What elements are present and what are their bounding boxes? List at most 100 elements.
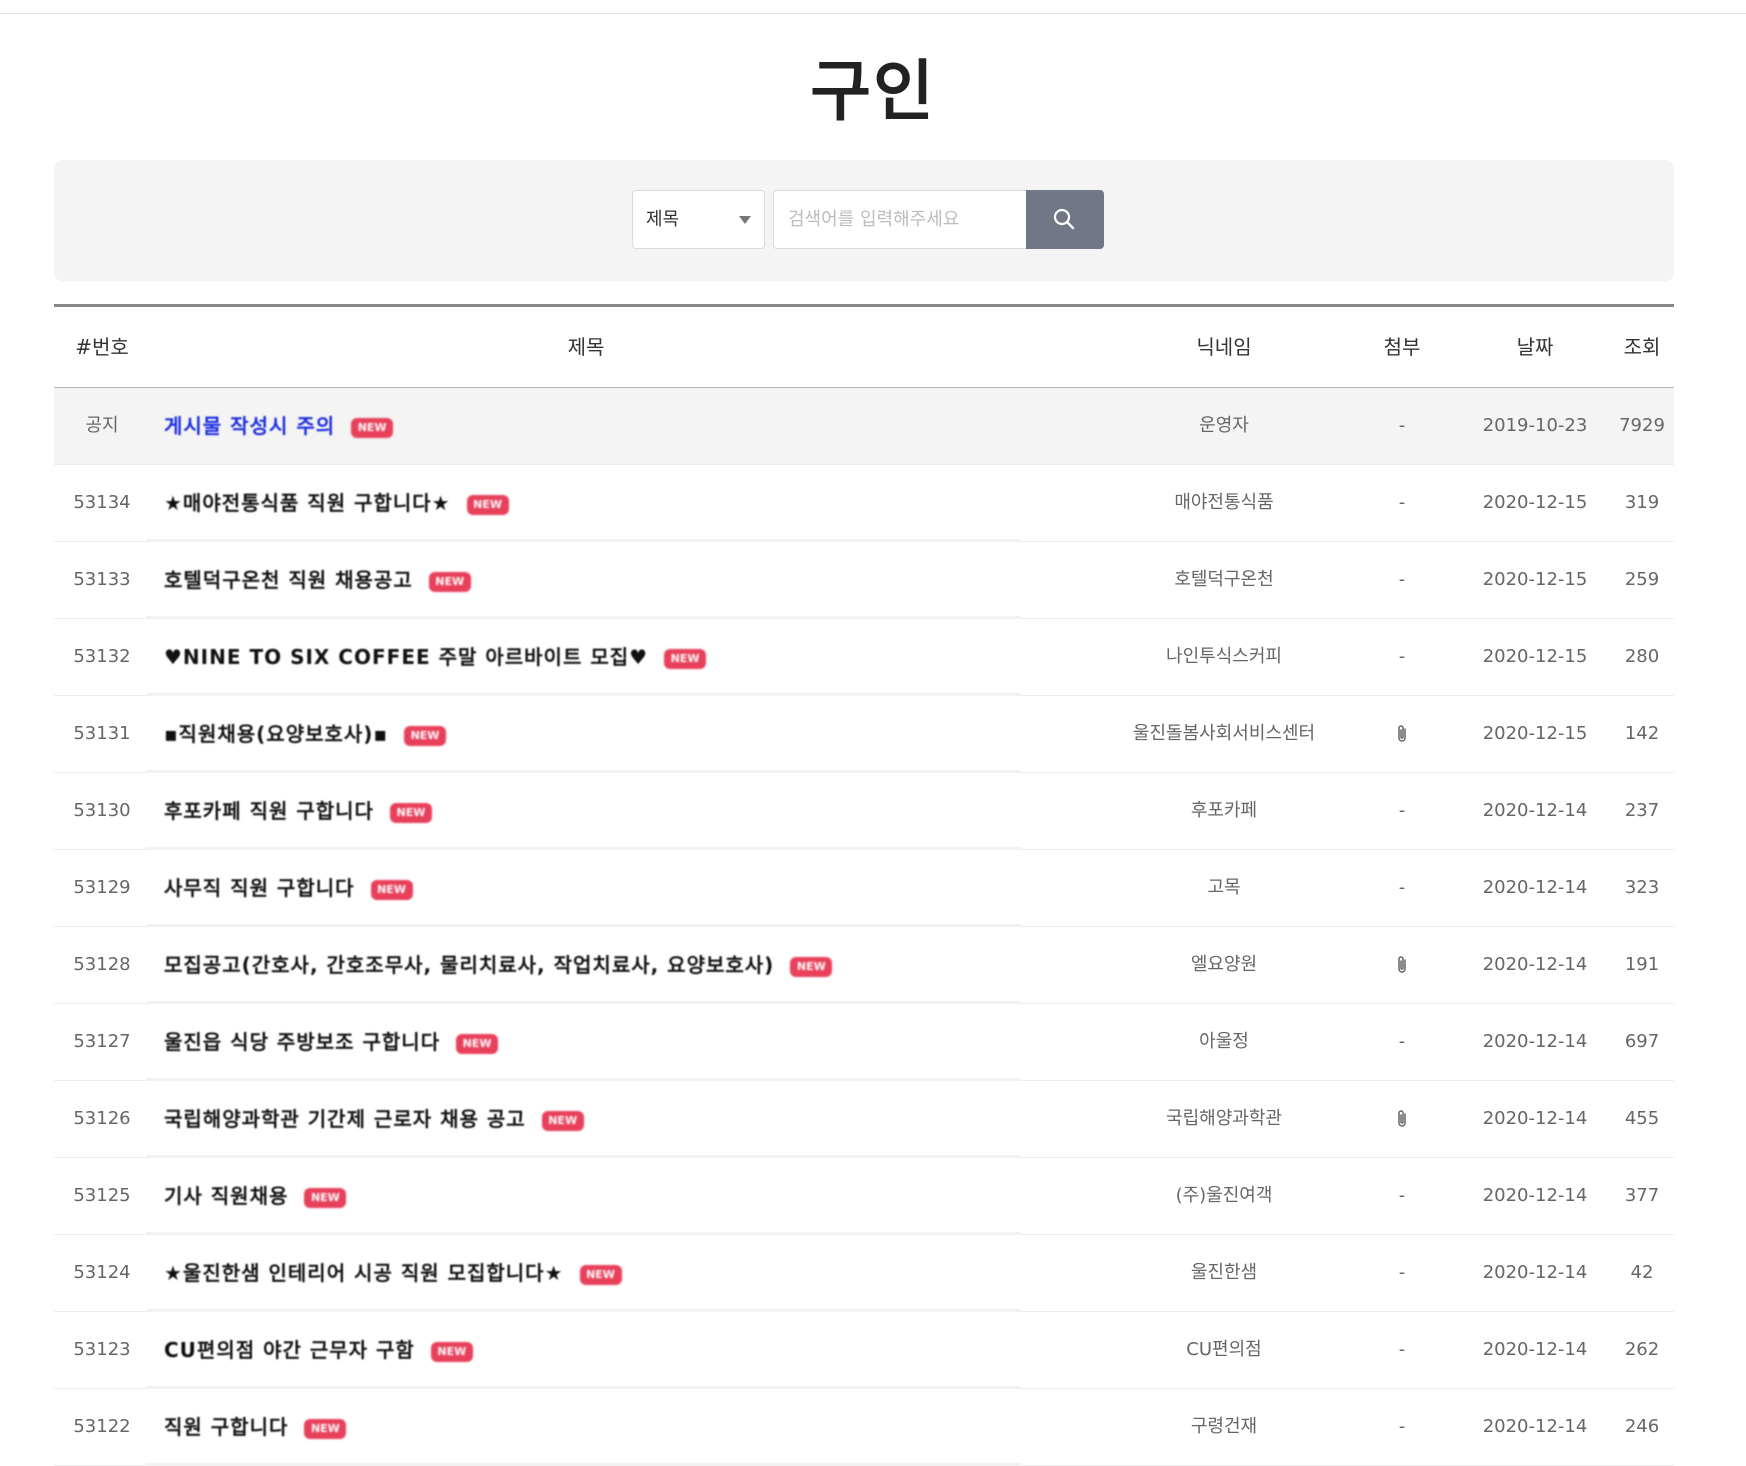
paperclip-icon bbox=[1398, 1110, 1406, 1127]
post-nickname: CU편의점 bbox=[1186, 1339, 1262, 1360]
post-title-text: CU편의점 야간 근무자 구함 bbox=[164, 1338, 415, 1362]
post-date: 2020-12-14 bbox=[1482, 800, 1588, 821]
post-title-text: 사무직 직원 구합니다 bbox=[164, 876, 355, 900]
search-field-select[interactable]: 제목 bbox=[632, 190, 765, 249]
post-views: 7929 bbox=[1619, 415, 1665, 436]
col-number: #번호 bbox=[75, 335, 129, 359]
table-row[interactable]: 53131 ▪직원채용(요양보호사)▪ NEW 울진돌봄사회서비스센터 2020-12-… bbox=[54, 696, 1674, 773]
col-attach: 첨부 bbox=[1383, 335, 1421, 359]
new-badge: NEW bbox=[456, 1033, 499, 1054]
post-attachment: - bbox=[1398, 646, 1406, 667]
post-attachment: - bbox=[1398, 569, 1406, 590]
new-badge: NEW bbox=[404, 725, 446, 746]
post-title-text: 게시물 작성시 주의 bbox=[164, 414, 336, 438]
post-date: 2020-12-15 bbox=[1482, 646, 1588, 667]
post-attachment[interactable] bbox=[1344, 696, 1460, 772]
post-title-link[interactable]: ♥NINE TO SIX COFFEE 주말 아르바이트 모집♥ NEW bbox=[164, 640, 707, 674]
post-views: 142 bbox=[1624, 723, 1660, 744]
post-title-text: 국립해양과학관 기간제 근로자 채용 공고 bbox=[164, 1107, 526, 1131]
post-title-link[interactable]: ★울진한샘 인테리어 시공 직원 모집합니다★ NEW bbox=[164, 1256, 622, 1290]
post-views: 377 bbox=[1624, 1185, 1660, 1206]
table-row[interactable]: 53127 울진읍 식당 주방보조 구합니다 NEW 아울정 - 2020-12-14 69… bbox=[54, 1004, 1674, 1081]
post-nickname: 울진한샘 bbox=[1190, 1262, 1258, 1283]
post-title-text: 기사 직원채용 bbox=[164, 1184, 289, 1208]
post-attachment[interactable] bbox=[1344, 1081, 1460, 1157]
post-attachment: - bbox=[1398, 1416, 1406, 1437]
post-title-link[interactable]: 사무직 직원 구합니다 NEW bbox=[164, 871, 413, 905]
notice-row[interactable]: 공지 게시물 작성시 주의 NEW 운영자 - 2019-10-23 7929 bbox=[54, 388, 1674, 465]
table-row[interactable]: 53134 ★매야전통식품 직원 구합니다★ NEW 매야전통식품 - 2020-12-1… bbox=[54, 465, 1674, 542]
post-attachment: - bbox=[1398, 877, 1406, 898]
col-title: 제목 bbox=[567, 335, 605, 359]
new-badge: NEW bbox=[351, 417, 394, 438]
table-row[interactable]: 53128 모집공고(간호사, 간호조무사, 물리치료사, 작업치료사, 요양보호… bbox=[54, 927, 1674, 1004]
post-title-link[interactable]: 국립해양과학관 기간제 근로자 채용 공고 NEW bbox=[164, 1102, 584, 1136]
paperclip-icon bbox=[1398, 725, 1406, 742]
post-number: 53129 bbox=[73, 877, 131, 898]
top-divider bbox=[0, 13, 1746, 14]
table-row[interactable]: 53125 기사 직원채용 NEW (주)울진여객 - 2020-12-14 377 bbox=[54, 1158, 1674, 1235]
search-icon bbox=[1053, 208, 1075, 230]
post-date: 2020-12-14 bbox=[1482, 1108, 1588, 1129]
post-nickname: 나인투식스커피 bbox=[1166, 646, 1282, 667]
new-badge: NEW bbox=[428, 571, 471, 592]
post-number: 53126 bbox=[73, 1108, 131, 1129]
post-attachment: - bbox=[1398, 415, 1406, 436]
post-title-text: ★울진한샘 인테리어 시공 직원 모집합니다★ bbox=[164, 1261, 564, 1285]
table-row[interactable]: 53129 사무직 직원 구합니다 NEW 고목 - 2020-12-14 323 bbox=[54, 850, 1674, 927]
post-views: 319 bbox=[1624, 492, 1660, 513]
post-title-link[interactable]: 후포카페 직원 구합니다 NEW bbox=[164, 794, 432, 828]
post-title-link[interactable]: 호텔덕구온천 직원 채용공고 NEW bbox=[164, 563, 471, 597]
post-attachment[interactable] bbox=[1344, 927, 1460, 1003]
post-title-link[interactable]: CU편의점 야간 근무자 구함 NEW bbox=[164, 1333, 473, 1367]
table-row[interactable]: 53124 ★울진한샘 인테리어 시공 직원 모집합니다★ NEW 울진한샘 - 2020… bbox=[54, 1235, 1674, 1312]
post-number: 공지 bbox=[85, 415, 119, 436]
post-title-text: 직원 구합니다 bbox=[164, 1415, 289, 1439]
post-attachment: - bbox=[1398, 1031, 1406, 1052]
post-number: 53133 bbox=[73, 569, 131, 590]
table-row[interactable]: 53133 호텔덕구온천 직원 채용공고 NEW 호텔덕구온천 - 2020-12-15 2… bbox=[54, 542, 1674, 619]
post-title-link[interactable]: ▪직원채용(요양보호사)▪ NEW bbox=[164, 717, 446, 751]
post-number: 53127 bbox=[73, 1031, 131, 1052]
post-number: 53122 bbox=[73, 1416, 131, 1437]
post-nickname: 울진돌봄사회서비스센터 bbox=[1132, 723, 1316, 744]
post-number: 53125 bbox=[73, 1185, 131, 1206]
post-views: 323 bbox=[1624, 877, 1660, 898]
post-date: 2020-12-15 bbox=[1482, 569, 1588, 590]
post-title-link[interactable]: 게시물 작성시 주의 NEW bbox=[164, 409, 394, 443]
post-nickname: 구령건재 bbox=[1190, 1416, 1258, 1437]
post-nickname: 아울정 bbox=[1199, 1031, 1249, 1052]
post-attachment: - bbox=[1398, 1185, 1406, 1206]
search-input[interactable] bbox=[773, 190, 1026, 249]
post-title-text: ★매야전통식품 직원 구합니다★ bbox=[164, 491, 451, 515]
table-row[interactable]: 53123 CU편의점 야간 근무자 구함 NEW CU편의점 - 2020-12-14 2… bbox=[54, 1312, 1674, 1389]
post-title-link[interactable]: 모집공고(간호사, 간호조무사, 물리치료사, 작업치료사, 요양보호사) NEW bbox=[164, 948, 833, 982]
table-row[interactable]: 53126 국립해양과학관 기간제 근로자 채용 공고 NEW 국립해양과학관 2020… bbox=[54, 1081, 1674, 1158]
post-number: 53124 bbox=[73, 1262, 131, 1283]
post-title-link[interactable]: 직원 구합니다 NEW bbox=[164, 1410, 347, 1444]
job-board-table: #번호 제목 닉네임 첨부 날짜 조회 공지 게시물 작성시 주의 NEW 운영자 - 2… bbox=[54, 304, 1674, 1466]
post-date: 2020-12-14 bbox=[1482, 1185, 1588, 1206]
post-date: 2020-12-14 bbox=[1482, 877, 1588, 898]
new-badge: NEW bbox=[304, 1187, 347, 1208]
post-title-link[interactable]: 울진읍 식당 주방보조 구합니다 NEW bbox=[164, 1025, 499, 1059]
table-row[interactable]: 53132 ♥NINE TO SIX COFFEE 주말 아르바이트 모집♥ NEW… bbox=[54, 619, 1674, 696]
post-date: 2020-12-15 bbox=[1482, 723, 1588, 744]
post-views: 237 bbox=[1624, 800, 1660, 821]
paperclip-icon bbox=[1398, 956, 1406, 973]
col-nickname: 닉네임 bbox=[1196, 335, 1252, 359]
new-badge: NEW bbox=[664, 648, 707, 669]
post-nickname: 호텔덕구온천 bbox=[1174, 569, 1274, 590]
new-badge: NEW bbox=[389, 802, 432, 823]
table-row[interactable]: 53130 후포카페 직원 구합니다 NEW 후포카페 - 2020-12-14 237 bbox=[54, 773, 1674, 850]
post-title-link[interactable]: ★매야전통식품 직원 구합니다★ NEW bbox=[164, 486, 509, 520]
post-date: 2020-12-14 bbox=[1482, 1416, 1588, 1437]
post-views: 280 bbox=[1624, 646, 1660, 667]
search-button[interactable] bbox=[1026, 190, 1104, 249]
col-views: 조회 bbox=[1623, 335, 1661, 359]
post-views: 191 bbox=[1624, 954, 1660, 975]
table-row[interactable]: 53122 직원 구합니다 NEW 구령건재 - 2020-12-14 246 bbox=[54, 1389, 1674, 1466]
post-date: 2020-12-14 bbox=[1482, 1339, 1588, 1360]
post-title-link[interactable]: 기사 직원채용 NEW bbox=[164, 1179, 347, 1213]
post-views: 455 bbox=[1624, 1108, 1660, 1129]
